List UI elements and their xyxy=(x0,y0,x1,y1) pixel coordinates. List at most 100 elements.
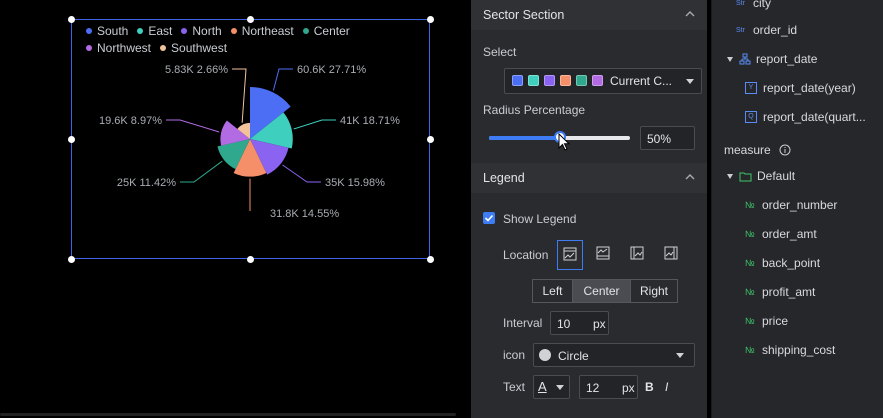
label-leader-line xyxy=(272,68,293,91)
quarter-type-icon: Q xyxy=(745,111,757,123)
data-label: 25K 11.42% xyxy=(117,177,176,189)
align-left-label: Left xyxy=(542,284,563,298)
string-type-icon: Str xyxy=(736,26,745,34)
bold-button[interactable]: B xyxy=(645,380,654,394)
chevron-down-icon xyxy=(556,385,564,390)
interval-value: 10 xyxy=(557,317,571,331)
color-swatch xyxy=(512,75,523,86)
label-leader-line xyxy=(232,68,247,123)
number-type-icon: № xyxy=(745,316,755,326)
radius-label: Radius Percentage xyxy=(483,103,586,117)
show-legend-label: Show Legend xyxy=(503,212,577,226)
year-type-icon: Y xyxy=(745,82,757,94)
field-report-date-quarter-label: report_date(quart... xyxy=(763,110,866,124)
number-type-icon: № xyxy=(745,258,755,268)
legend-section-header[interactable]: Legend xyxy=(471,163,707,193)
data-label: 41K 18.71% xyxy=(340,115,400,127)
chevron-up-icon[interactable] xyxy=(685,9,695,19)
icon-label: icon xyxy=(503,348,526,362)
info-icon[interactable] xyxy=(779,144,791,156)
field-city[interactable]: Str city xyxy=(736,0,771,12)
color-swatch xyxy=(544,75,555,86)
property-panel: Sector Section Select Current C... Radiu… xyxy=(471,0,707,418)
color-swatch xyxy=(576,75,587,86)
field-shipping-cost[interactable]: № shipping_cost xyxy=(745,341,835,359)
field-back-point[interactable]: № back_point xyxy=(745,254,820,272)
data-label: 35K 15.98% xyxy=(325,177,385,189)
align-right-button[interactable]: Right xyxy=(630,279,678,303)
number-type-icon: № xyxy=(745,287,755,297)
data-label: 31.8K 14.55% xyxy=(270,208,339,220)
chevron-down-icon xyxy=(686,79,694,84)
radius-input[interactable]: 50% xyxy=(640,126,695,150)
italic-button[interactable]: I xyxy=(665,380,668,394)
field-label: profit_amt xyxy=(762,285,816,299)
field-order-id-label: order_id xyxy=(753,23,798,37)
color-swatch xyxy=(592,75,603,86)
field-label: back_point xyxy=(762,256,821,270)
interval-input[interactable]: 10 px xyxy=(550,311,609,335)
select-label: Select xyxy=(483,45,517,59)
data-label: 19.6K 8.97% xyxy=(99,115,162,127)
field-order-id[interactable]: Str order_id xyxy=(736,21,797,39)
chevron-down-icon xyxy=(676,353,684,358)
field-label: price xyxy=(762,314,789,328)
radius-value: 50% xyxy=(647,132,672,146)
interval-label: Interval xyxy=(503,316,543,330)
data-label: 5.83K 2.66% xyxy=(165,64,228,76)
color-scheme-value: Current C... xyxy=(610,74,673,88)
field-tree: Str city Str order_id report_date Y repo… xyxy=(711,0,883,418)
legend-location-bottom-icon[interactable] xyxy=(591,240,617,270)
field-report-date-year-label: report_date(year) xyxy=(763,81,856,95)
chevron-up-icon[interactable] xyxy=(685,172,695,182)
measure-label: measure xyxy=(724,143,771,157)
legend-icon-select[interactable]: Circle xyxy=(533,343,695,367)
font-size-unit: px xyxy=(622,381,635,395)
sector-section-header[interactable]: Sector Section xyxy=(471,0,707,30)
field-report-date[interactable]: report_date xyxy=(727,50,817,68)
string-type-icon: Str xyxy=(736,0,745,7)
field-profit-amt[interactable]: № profit_amt xyxy=(745,283,815,301)
number-type-icon: № xyxy=(745,200,755,210)
font-size-value: 12 xyxy=(586,381,600,395)
field-label: order_amt xyxy=(762,227,817,241)
field-order-amt[interactable]: № order_amt xyxy=(745,225,817,243)
caret-down-icon xyxy=(727,56,733,62)
field-order-number[interactable]: № order_number xyxy=(745,196,837,214)
folder-default[interactable]: Default xyxy=(727,167,795,185)
field-price[interactable]: № price xyxy=(745,312,788,330)
font-color-picker[interactable]: A xyxy=(533,375,570,399)
font-size-input[interactable]: 12 px xyxy=(579,375,638,399)
field-report-date-year[interactable]: Y report_date(year) xyxy=(745,79,856,97)
show-legend-checkbox[interactable] xyxy=(483,212,495,224)
horizontal-scrollbar[interactable] xyxy=(0,413,456,416)
folder-default-label: Default xyxy=(757,169,796,183)
rose-chart: 60.6K 27.71% 41K 18.71% 35K 15.98% 31.8K 14… xyxy=(99,64,400,220)
color-swatch xyxy=(560,75,571,86)
field-label: shipping_cost xyxy=(762,343,836,357)
field-label: order_number xyxy=(762,198,838,212)
mouse-cursor-icon xyxy=(558,133,571,151)
measure-header: measure xyxy=(724,141,791,159)
align-right-label: Right xyxy=(639,284,668,298)
interval-unit: px xyxy=(593,317,606,331)
chart-canvas[interactable]: South East North Northeast Center Northwest So… xyxy=(0,0,470,418)
hierarchy-icon xyxy=(739,53,751,65)
label-leader-line xyxy=(166,119,220,133)
circle-icon xyxy=(539,349,551,361)
legend-icon-value: Circle xyxy=(558,349,589,363)
legend-section-title: Legend xyxy=(483,171,525,185)
legend-location-right-icon[interactable] xyxy=(659,240,685,270)
align-left-button[interactable]: Left xyxy=(532,279,573,303)
color-scheme-select[interactable]: Current C... xyxy=(504,68,702,94)
color-swatch xyxy=(528,75,539,86)
align-center-button[interactable]: Center xyxy=(572,279,631,303)
font-color-icon: A xyxy=(538,379,547,394)
legend-location-left-icon[interactable] xyxy=(625,240,651,270)
field-report-date-quarter[interactable]: Q report_date(quart... xyxy=(745,108,866,126)
legend-location-top-icon[interactable] xyxy=(557,240,583,270)
location-label: Location xyxy=(503,248,549,262)
text-label: Text xyxy=(503,380,526,394)
sector-section-title: Sector Section xyxy=(483,8,565,22)
number-type-icon: № xyxy=(745,229,755,239)
